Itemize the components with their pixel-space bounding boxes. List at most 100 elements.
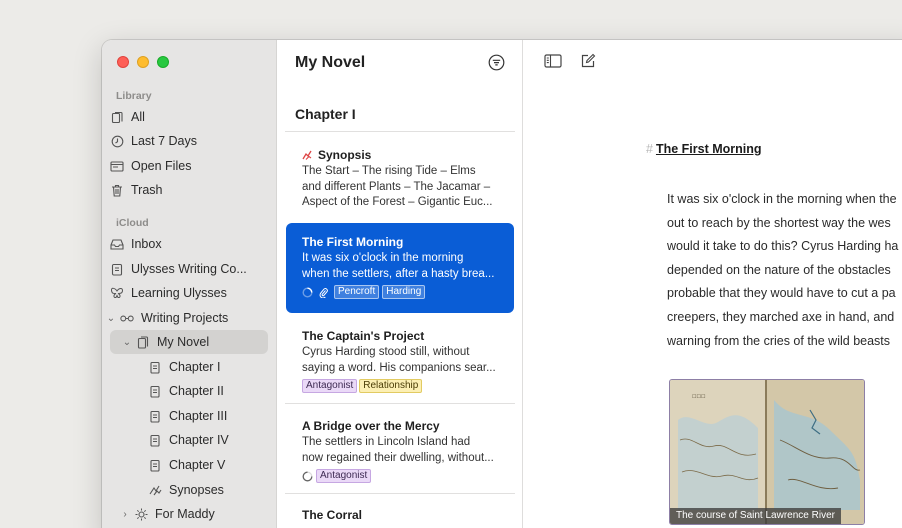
sidebar-item-writing-projects[interactable]: ⌄ Writing Projects <box>106 306 264 330</box>
sidebar-item-writing-co[interactable]: Ulysses Writing Co... <box>110 257 268 281</box>
synopsis-icon <box>148 483 162 497</box>
sidebar-item-label: Writing Projects <box>141 311 229 325</box>
sidebar-item-label: Last 7 Days <box>131 134 198 148</box>
sheet-title: The Corral <box>302 508 363 522</box>
heading-markup: # <box>646 142 653 156</box>
sheet-card-synopsis[interactable]: Synopsis The Start – The rising Tide – E… <box>286 142 514 214</box>
sun-icon <box>134 507 148 521</box>
divider <box>285 131 515 132</box>
icloud-section-label: iCloud <box>116 217 149 229</box>
group-title: My Novel <box>295 54 366 71</box>
sidebar-toggle-icon <box>544 54 562 68</box>
compose-icon <box>580 53 598 69</box>
app-window: Library All Last 7 Days Open Files Trash… <box>102 40 902 528</box>
sheet-heading[interactable]: # The First Morning <box>646 142 762 156</box>
sheet-preview-line: It was six o'clock in the morning <box>302 252 464 264</box>
sidebar-item-inbox[interactable]: Inbox <box>110 232 268 256</box>
sidebar-item-my-novel[interactable]: ⌄ My Novel <box>110 330 268 354</box>
toggle-sidebar-button[interactable] <box>544 54 562 70</box>
library-section-label: Library <box>116 90 152 102</box>
text-line: warning from the cries of the wild beast… <box>667 333 891 348</box>
all-sheets-icon <box>110 110 124 124</box>
filter-button[interactable] <box>488 54 505 71</box>
sidebar-item-label: Learning Ulysses <box>131 286 227 300</box>
heading-text: The First Morning <box>655 142 762 156</box>
sidebar-item-chapter-v[interactable]: Chapter V <box>110 453 268 477</box>
sheet-title: The Captain's Project <box>302 329 425 343</box>
text-line: probable that they would have to cut a p… <box>667 286 896 301</box>
sidebar-item-last-7-days[interactable]: Last 7 Days <box>110 129 268 153</box>
sheet-preview-line: and different Plants – The Jacamar – <box>302 180 491 193</box>
sidebar-item-learning-ulysses[interactable]: Learning Ulysses <box>110 281 268 305</box>
chevron-right-icon[interactable]: › <box>120 509 130 520</box>
sheet-preview-line: The settlers in Lincoln Island had <box>302 436 471 448</box>
inbox-icon <box>110 237 124 251</box>
sheet-preview-line: now regained their dwelling, without... <box>302 451 494 464</box>
sidebar-item-label: Trash <box>131 183 163 197</box>
window-controls <box>117 56 169 68</box>
embedded-image[interactable]: ☐☐☐ The course of Saint Lawrence River <box>669 379 865 525</box>
sidebar-item-label: All <box>131 110 145 124</box>
sidebar-item-label: Chapter I <box>169 360 221 374</box>
minimize-window-button[interactable] <box>137 56 149 68</box>
clock-icon <box>110 134 124 148</box>
progress-ring-icon <box>302 471 313 482</box>
image-caption: The course of Saint Lawrence River <box>670 508 841 524</box>
chevron-down-icon[interactable]: ⌄ <box>106 313 116 324</box>
chevron-down-icon[interactable]: ⌄ <box>122 337 132 348</box>
sheet-card-the-first-morning[interactable]: The First Morning It was six o'clock in … <box>286 223 514 313</box>
map-image: ☐☐☐ <box>670 380 864 524</box>
book-icon <box>136 335 150 349</box>
sidebar-item-label: Ulysses Writing Co... <box>131 262 247 276</box>
sidebar-item-label: Open Files <box>131 159 192 173</box>
filter-icon <box>488 54 505 71</box>
sidebar-item-synopses[interactable]: Synopses <box>110 478 268 502</box>
sheet-card-the-captains-project[interactable]: The Captain's Project Cyrus Harding stoo… <box>286 321 514 401</box>
sheet-card-the-corral[interactable]: The Corral <box>286 502 514 528</box>
sheet-title: A Bridge over the Mercy <box>302 419 440 433</box>
synopsis-icon <box>302 150 313 160</box>
sheet-title: The First Morning <box>302 235 404 249</box>
sidebar-item-chapter-ii[interactable]: Chapter II <box>110 379 268 403</box>
keyword-tag[interactable]: Antagonist <box>316 469 372 483</box>
sidebar-item-trash[interactable]: Trash <box>110 178 268 202</box>
keyword-tag[interactable]: Pencroft <box>334 285 380 299</box>
svg-text:☐☐☐: ☐☐☐ <box>692 394 706 400</box>
sidebar-item-label: Chapter III <box>169 409 228 423</box>
sheet-preview-line: Aspect of the Forest – Gigantic Euc... <box>302 196 493 208</box>
sidebar-item-label: Inbox <box>131 237 162 251</box>
text-line: out to reach by the shortest way the wes <box>667 215 891 230</box>
sheet-icon <box>148 384 162 398</box>
sidebar-item-for-maddy[interactable]: › For Maddy <box>120 502 278 526</box>
glasses-icon <box>120 311 134 325</box>
body-paragraph[interactable]: It was six o'clock in the morning when t… <box>667 188 902 353</box>
sheet-card-a-bridge-over-the-mercy[interactable]: A Bridge over the Mercy The settlers in … <box>286 411 514 491</box>
sidebar-item-chapter-iii[interactable]: Chapter III <box>110 404 268 428</box>
sheet-icon <box>148 433 162 447</box>
sheet-icon <box>148 409 162 423</box>
text-line: depended on the nature of the obstacles <box>667 262 891 277</box>
sidebar-item-label: Chapter IV <box>169 433 229 447</box>
zoom-window-button[interactable] <box>157 56 169 68</box>
new-sheet-button[interactable] <box>580 53 598 69</box>
sheet-title: Synopsis <box>318 148 372 162</box>
sidebar-item-chapter-i[interactable]: Chapter I <box>110 355 268 379</box>
keyword-tag[interactable]: Harding <box>382 285 426 299</box>
sidebar-item-label: For Maddy <box>155 507 215 521</box>
sidebar-item-label: Chapter II <box>169 384 224 398</box>
keyword-tag[interactable]: Antagonist <box>302 379 358 393</box>
sheet-preview-line: saying a word. His companions sear... <box>302 361 496 374</box>
sidebar-item-open-files[interactable]: Open Files <box>110 154 268 178</box>
sidebar-item-all[interactable]: All <box>110 105 268 129</box>
sidebar-item-label: My Novel <box>157 335 210 349</box>
sheet-icon <box>148 360 162 374</box>
document-icon <box>110 262 124 276</box>
sidebar-item-chapter-iv[interactable]: Chapter IV <box>110 428 268 452</box>
sheet-preview-line: when the settlers, after a hasty brea... <box>302 267 495 280</box>
text-line: creepers, they marched axe in hand, and <box>667 309 895 324</box>
chapter-header: Chapter I <box>295 106 356 122</box>
close-window-button[interactable] <box>117 56 129 68</box>
sidebar-item-label: Synopses <box>169 483 224 497</box>
sheet-icon <box>148 458 162 472</box>
keyword-tag[interactable]: Relationship <box>359 379 423 393</box>
